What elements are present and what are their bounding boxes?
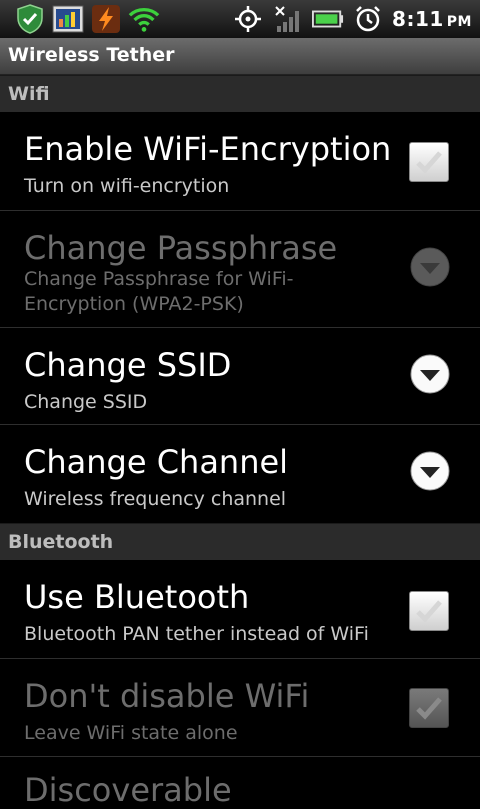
pref-title: Discoverable	[24, 771, 232, 809]
pref-title: Change Channel	[24, 443, 289, 481]
pref-enable-wifi-encryption[interactable]: Enable WiFi-Encryption Turn on wifi-encr…	[0, 112, 480, 211]
pref-summary: Turn on wifi-encrytion	[24, 175, 230, 197]
chevron-down-icon	[410, 247, 450, 287]
clock-ampm: PM	[446, 14, 472, 30]
battery-charging-icon	[312, 3, 344, 35]
checkmark-icon	[416, 600, 442, 623]
section-header-label: Bluetooth	[8, 531, 114, 553]
app-title: Wireless Tether	[8, 44, 175, 66]
status-bar: 8:11 PM	[0, 0, 480, 38]
pref-title: Change SSID	[24, 346, 232, 384]
wifi-icon	[128, 3, 160, 35]
clock: 8:11 PM	[392, 7, 472, 31]
encryption-checkbox[interactable]	[409, 142, 449, 182]
chevron-down-icon	[410, 354, 450, 394]
monitor-chart-icon	[52, 3, 84, 35]
chevron-down-icon	[410, 451, 450, 491]
pref-change-channel[interactable]: Change Channel Wireless frequency channe…	[0, 425, 480, 524]
checkmark-icon	[416, 151, 442, 174]
pref-title: Use Bluetooth	[24, 578, 250, 616]
no-signal-icon	[272, 3, 304, 35]
pref-title: Don't disable WiFi	[24, 677, 310, 715]
pref-title: Change Passphrase	[24, 229, 338, 267]
pref-summary: Wireless frequency channel	[24, 488, 287, 510]
pref-summary: Bluetooth PAN tether instead of WiFi	[24, 623, 369, 645]
pref-summary: Change SSID	[24, 391, 148, 413]
pref-use-bluetooth[interactable]: Use Bluetooth Bluetooth PAN tether inste…	[0, 560, 480, 659]
lightning-icon	[90, 3, 122, 35]
section-header-wifi: Wifi	[0, 75, 480, 112]
section-header-label: Wifi	[8, 83, 50, 105]
shield-icon	[14, 3, 46, 35]
pref-dont-disable-wifi[interactable]: Don't disable WiFi Leave WiFi state alon…	[0, 659, 480, 757]
pref-summary: Change Passphrase for WiFi-Encryption (W…	[24, 268, 294, 315]
pref-title: Enable WiFi-Encryption	[24, 130, 392, 168]
gps-icon	[232, 3, 264, 35]
pref-summary: Leave WiFi state alone	[24, 722, 238, 744]
pref-change-ssid[interactable]: Change SSID Change SSID	[0, 328, 480, 425]
app-title-bar: Wireless Tether	[0, 38, 480, 75]
section-header-bluetooth: Bluetooth	[0, 523, 480, 560]
alarm-clock-icon	[352, 3, 384, 35]
pref-change-passphrase[interactable]: Change Passphrase Change Passphrase for …	[0, 211, 480, 328]
clock-time: 8:11	[392, 7, 444, 31]
checkmark-icon	[416, 697, 442, 720]
bluetooth-checkbox[interactable]	[409, 591, 449, 631]
dont-disable-wifi-checkbox[interactable]	[409, 688, 449, 728]
pref-discoverable[interactable]: Discoverable	[0, 757, 480, 809]
